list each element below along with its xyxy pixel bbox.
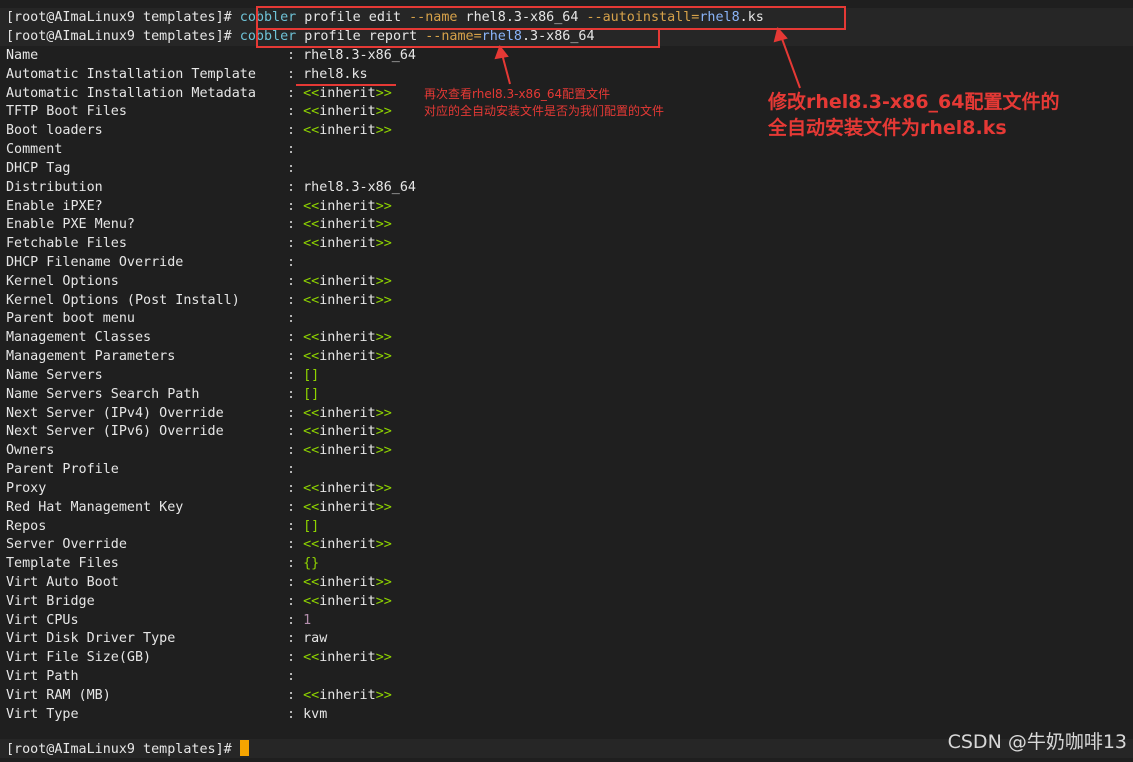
- arrow-line-report: [501, 53, 511, 85]
- arrow-head-edit: [773, 26, 788, 43]
- annotation-arrows: [494, 26, 801, 89]
- arrow-head-report: [494, 44, 509, 60]
- arrow-line-edit: [780, 35, 801, 89]
- watermark: CSDN @牛奶咖啡13: [947, 731, 1127, 753]
